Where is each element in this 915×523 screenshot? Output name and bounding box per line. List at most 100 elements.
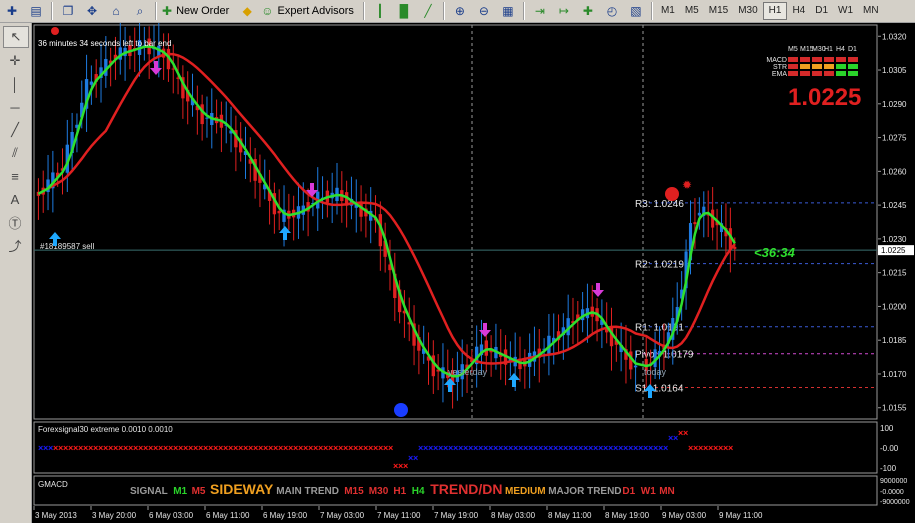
status-cell	[800, 57, 810, 62]
line-chart-icon[interactable]: ╱	[417, 1, 439, 21]
timeframe-mn-button[interactable]: MN	[858, 3, 884, 19]
candle-body	[484, 340, 488, 356]
timeframe-m5-button[interactable]: M5	[680, 3, 704, 19]
indicator2-tick-label: -9000000	[880, 499, 910, 506]
timeframe-m15-button[interactable]: M15	[704, 3, 733, 19]
pivot-label: R2: 1.0219	[635, 260, 684, 271]
indicator1-tick-label: -100	[880, 464, 897, 473]
data-window-icon[interactable]: ✥	[81, 1, 103, 21]
timeframe-bar: M1 M5 M15 M30 H1 H4 D1 W1 MN	[656, 2, 884, 20]
strategy-tester-icon[interactable]: ⌕	[129, 1, 151, 21]
signal-status-text: MEDIUM	[505, 486, 546, 497]
signal-status-text: MN	[659, 486, 675, 497]
candle-body	[89, 81, 94, 85]
bar-timer-text: 36 minutes 34 seconds left to bar end	[38, 39, 171, 48]
status-row-label: STR	[773, 64, 787, 71]
indicator1-tick-label: 100	[880, 424, 894, 433]
signal-status-text: M1	[173, 486, 187, 497]
candle-body	[205, 117, 209, 119]
time-tick-label: 3 May 20:00	[92, 511, 137, 520]
signal-mark: ×	[663, 443, 668, 453]
candle-body	[200, 104, 204, 125]
toolbar-separator	[51, 2, 53, 20]
main-pane-frame	[33, 24, 878, 420]
status-cell	[788, 71, 798, 76]
templates-icon[interactable]: ▧	[625, 1, 647, 21]
new-order-button[interactable]: ✚ New Order	[161, 1, 234, 21]
arrows-icon[interactable]: ⤴	[3, 235, 27, 255]
bar-chart-icon[interactable]: ┃	[369, 1, 391, 21]
status-cell	[800, 71, 810, 76]
time-tick-label: 8 May 11:00	[548, 511, 592, 520]
candle-body	[277, 211, 281, 214]
time-tick-label: 8 May 03:00	[491, 511, 536, 520]
order-label: #18189587 sell	[40, 242, 94, 251]
crosshair-icon[interactable]: ✛	[3, 51, 27, 71]
zoom-out-icon[interactable]: ⊖	[473, 1, 495, 21]
price-tick-label: 1.0170	[882, 370, 907, 379]
signal-status-text: M15	[344, 486, 364, 497]
toolbar-separator	[362, 2, 365, 20]
status-cell	[836, 64, 846, 69]
status-timeframe-label: D1	[848, 46, 857, 53]
today-label: today	[644, 367, 667, 377]
auto-scroll-icon[interactable]: ⇥	[529, 1, 551, 21]
timeframe-h4-button[interactable]: H4	[787, 3, 810, 19]
big-price-text: 1.0225	[788, 84, 861, 111]
signal-mark: ×	[683, 428, 688, 438]
status-cell	[824, 57, 834, 62]
toolbar-separator	[522, 2, 525, 20]
channel-icon[interactable]: ⫽	[3, 143, 27, 163]
vertical-line-icon[interactable]: │	[3, 74, 27, 94]
timeframe-w1-button[interactable]: W1	[833, 3, 858, 19]
cursor-icon[interactable]: ↖	[3, 26, 29, 48]
navigator-icon[interactable]: ⌂	[105, 1, 127, 21]
status-cell	[788, 57, 798, 62]
tile-windows-icon[interactable]: ▦	[497, 1, 519, 21]
candlestick-icon[interactable]: █	[393, 1, 415, 21]
time-tick-label: 9 May 03:00	[662, 511, 707, 520]
status-cell	[812, 71, 822, 76]
candle-body	[633, 365, 638, 368]
status-timeframe-label: H4	[836, 46, 845, 53]
new-chart-icon[interactable]: ✚	[1, 1, 23, 21]
new-order-icon: ✚	[162, 4, 173, 18]
chart-shift-icon[interactable]: ↦	[553, 1, 575, 21]
timeframe-m30-button[interactable]: M30	[733, 3, 762, 19]
price-tick-label: 1.0245	[882, 201, 907, 210]
signal-mark: ×	[388, 443, 393, 453]
trendline-icon[interactable]: ╱	[3, 120, 27, 140]
expert-advisors-button[interactable]: ☺ Expert Advisors	[260, 1, 359, 21]
price-tick-label: 1.0155	[882, 404, 907, 413]
indicators-icon[interactable]: ✚	[577, 1, 599, 21]
periods-clock-icon[interactable]: ◴	[601, 1, 623, 21]
signal-mark: ×	[413, 453, 418, 463]
signal-status-text: M5	[192, 486, 206, 497]
time-tick-label: 9 May 11:00	[719, 511, 763, 520]
timeframe-d1-button[interactable]: D1	[810, 3, 833, 19]
status-row-label: MACD	[766, 57, 787, 64]
text-label-icon[interactable]: Ⓣ	[3, 212, 27, 232]
signal-status-text: H1	[393, 486, 406, 497]
text-icon[interactable]: A	[3, 189, 27, 209]
chart-area[interactable]: R3: 1.0246R2: 1.0219R1: 1.0191Pivot: 1.0…	[32, 23, 915, 523]
indicator2-tick-label: 9000000	[880, 478, 907, 485]
metaeditor-icon[interactable]: ◆	[236, 1, 258, 21]
status-cell	[824, 64, 834, 69]
status-cell	[800, 64, 810, 69]
fibonacci-icon[interactable]: ≡	[3, 166, 27, 186]
timeframe-h1-button[interactable]: H1	[762, 2, 788, 20]
status-timeframe-label: M5	[788, 46, 798, 53]
status-cell	[812, 64, 822, 69]
profiles-icon[interactable]: ▤	[25, 1, 47, 21]
signal-status-text: TREND/DN	[430, 481, 502, 497]
indicator1-title: Forexsignal30 extreme 0.0010 0.0010	[38, 425, 173, 434]
timeframe-m1-button[interactable]: M1	[656, 3, 680, 19]
timer-marker-icon	[51, 27, 59, 35]
signal-status-text: SIGNAL	[130, 486, 168, 497]
zoom-in-icon[interactable]: ⊕	[449, 1, 471, 21]
price-tick-label: 1.0275	[882, 134, 907, 143]
horizontal-line-icon[interactable]: ─	[3, 97, 27, 117]
candle-body	[697, 212, 701, 216]
market-watch-icon[interactable]: ❐	[57, 1, 79, 21]
